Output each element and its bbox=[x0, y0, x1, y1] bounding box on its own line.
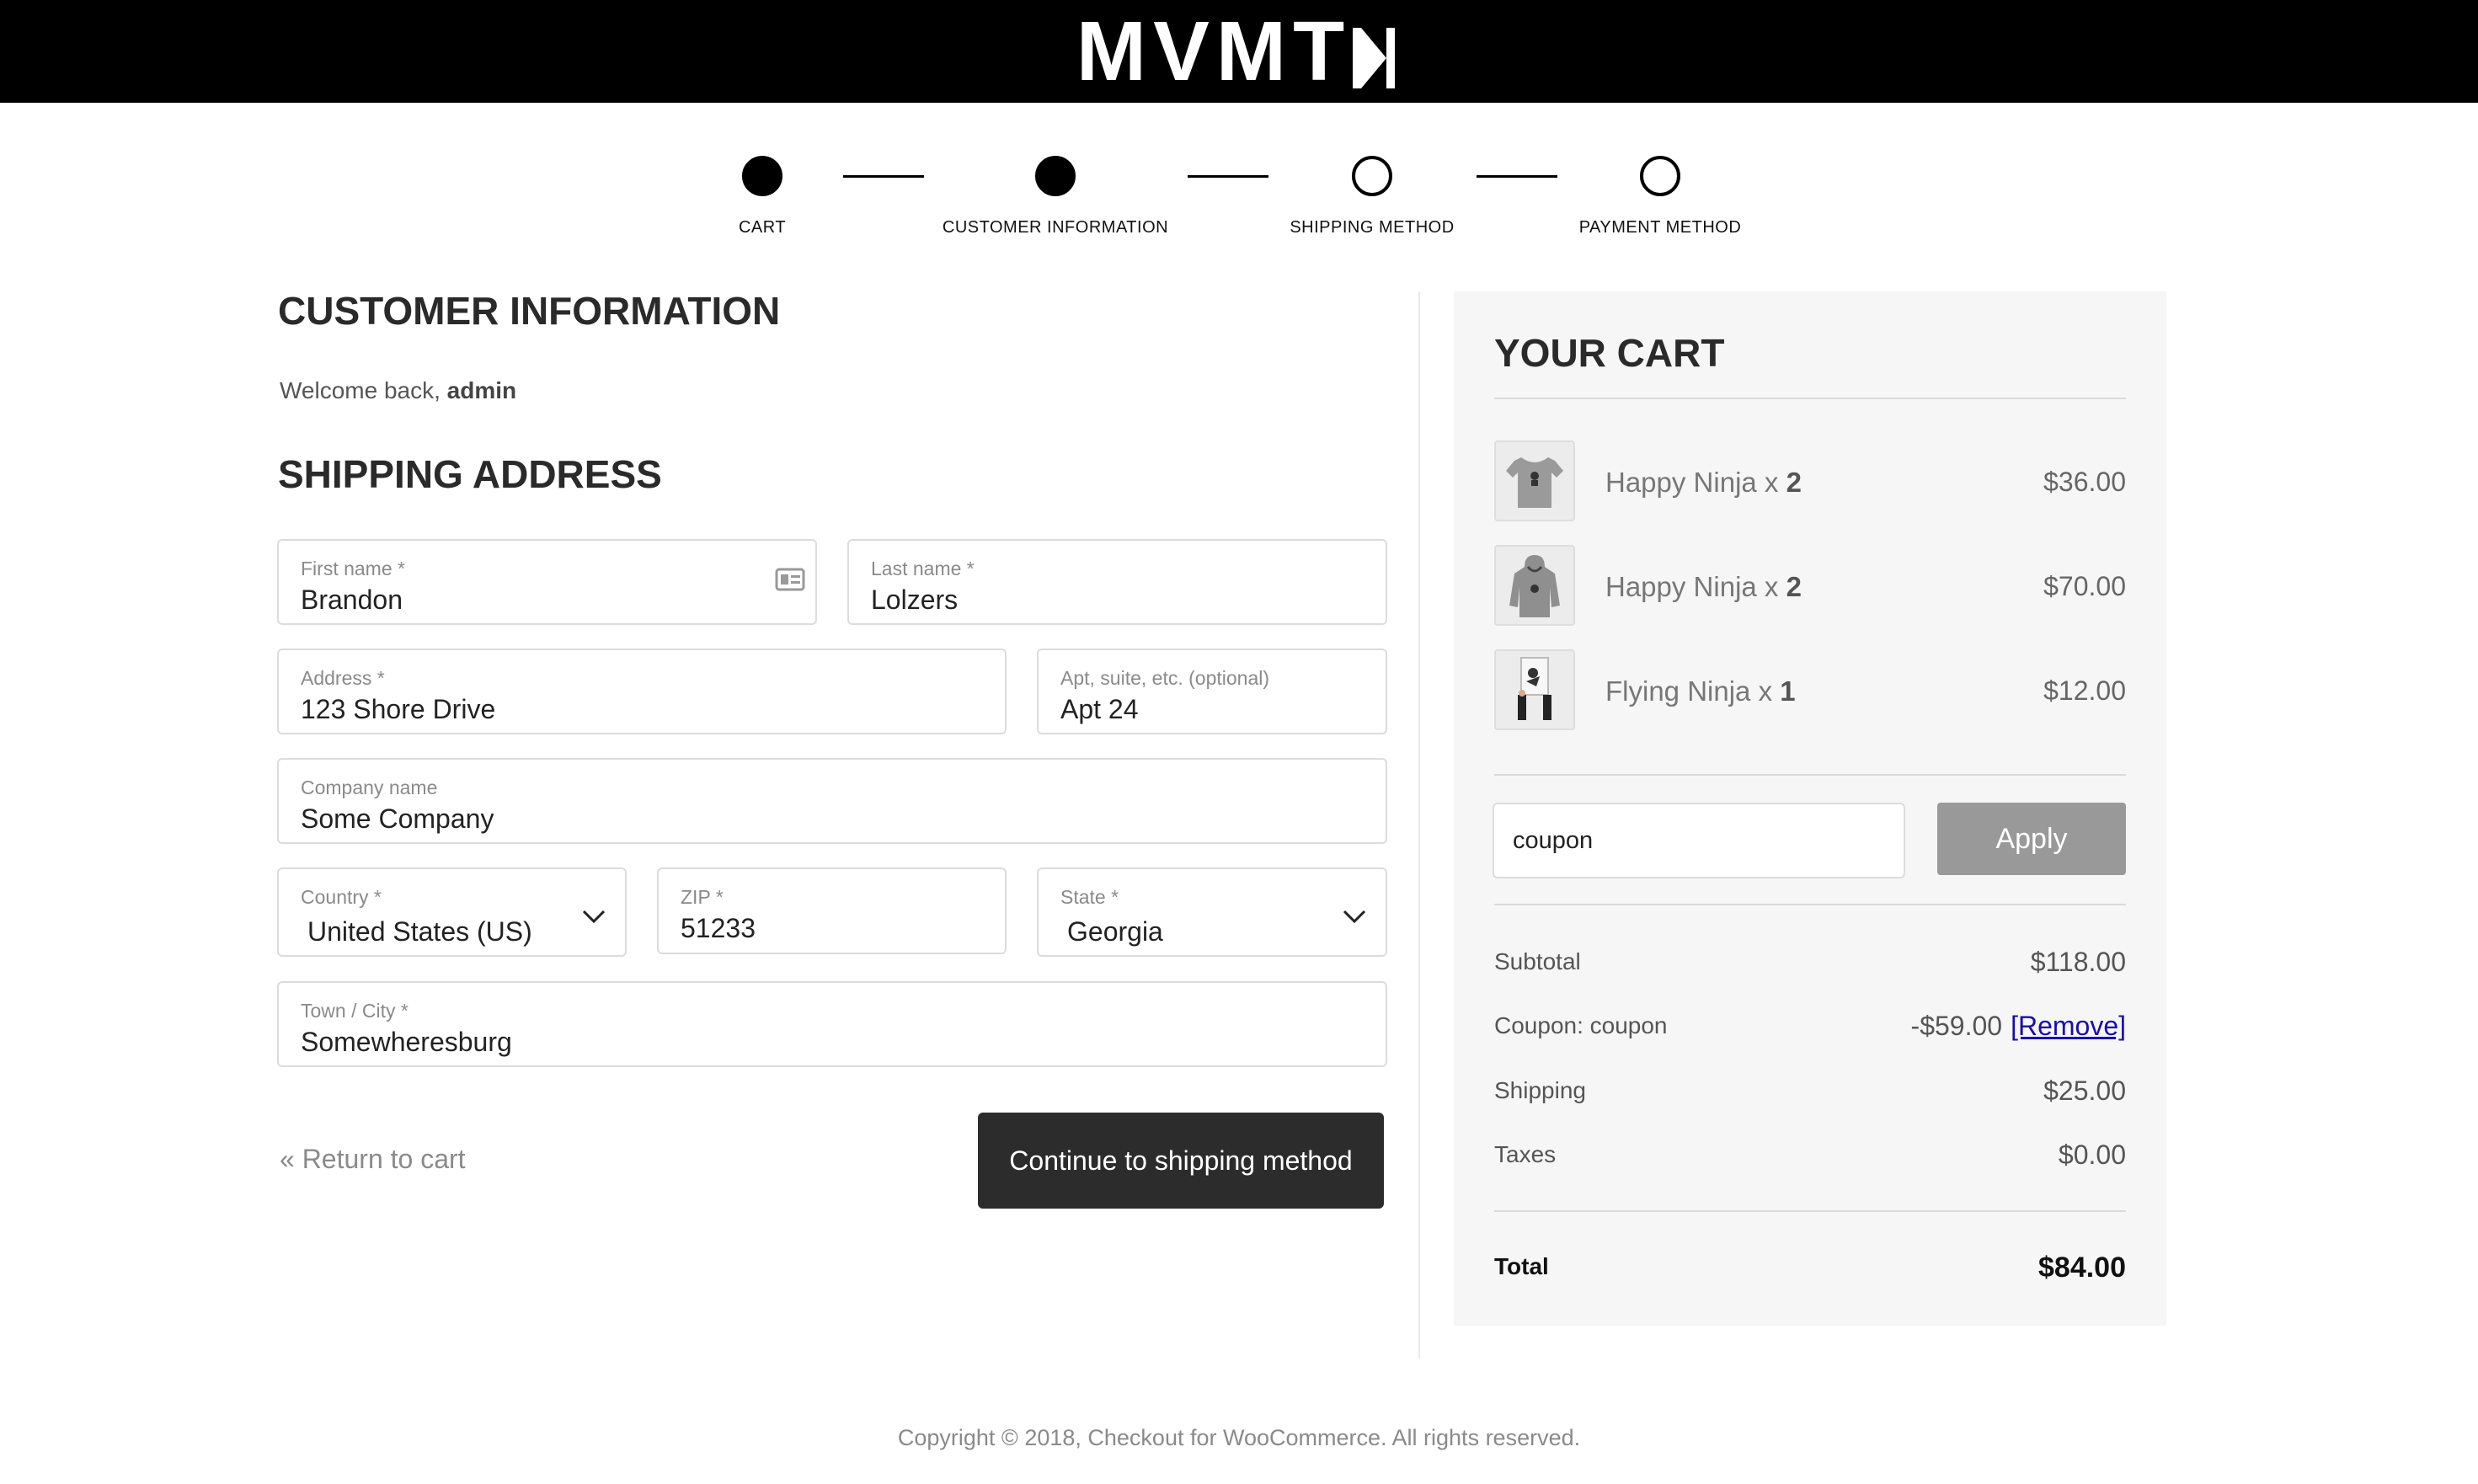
company-name-field[interactable]: Company name Some Company bbox=[277, 758, 1387, 844]
cart-item-quantity: 2 bbox=[1786, 571, 1802, 602]
cart-item-title: Happy Ninja bbox=[1605, 467, 1757, 498]
company-name-value: Some Company bbox=[301, 803, 494, 834]
coupon-line-value: -$59.00 [Remove] bbox=[1789, 1011, 2126, 1042]
step-dot-cart[interactable] bbox=[742, 156, 782, 196]
address-value: 123 Shore Drive bbox=[301, 694, 496, 724]
step-connector bbox=[1477, 175, 1557, 178]
town-city-field[interactable]: Town / City * Somewheresburg bbox=[277, 981, 1387, 1067]
shipping-address-heading: SHIPPING ADDRESS bbox=[278, 452, 662, 496]
divider bbox=[1494, 398, 2126, 399]
poster-icon bbox=[1496, 651, 1573, 729]
country-value: United States (US) bbox=[307, 916, 532, 947]
step-dot-shipping-method bbox=[1352, 156, 1392, 196]
hoodie-icon bbox=[1496, 547, 1573, 624]
zip-label: ZIP * bbox=[681, 886, 724, 908]
logo-mark-icon bbox=[1353, 27, 1396, 88]
coupon-line-label: Coupon: coupon bbox=[1494, 1012, 1668, 1038]
step-connector bbox=[843, 175, 924, 178]
last-name-field[interactable]: Last name * Lolzers bbox=[847, 539, 1387, 625]
step-dot-customer-information[interactable] bbox=[1035, 156, 1076, 196]
taxes-label: Taxes bbox=[1494, 1141, 1557, 1167]
zip-value: 51233 bbox=[681, 913, 756, 943]
apt-suite-value: Apt 24 bbox=[1060, 694, 1139, 724]
state-value: Georgia bbox=[1067, 916, 1163, 947]
apply-coupon-button[interactable]: Apply bbox=[1937, 803, 2126, 875]
step-connector bbox=[1188, 175, 1268, 178]
cart-item-title: Happy Ninja bbox=[1605, 571, 1757, 602]
divider bbox=[1494, 1210, 2126, 1212]
tshirt-thumbnail bbox=[1494, 440, 1575, 521]
footer-copyright: Copyright © 2018, Checkout for WooCommer… bbox=[897, 1425, 1581, 1450]
step-label-cart[interactable]: CART bbox=[594, 218, 931, 238]
continue-to-shipping-button[interactable]: Continue to shipping method bbox=[978, 1113, 1384, 1209]
country-label: Country * bbox=[301, 886, 382, 908]
cart-item-name: Happy Ninja x 2 bbox=[1605, 467, 1802, 499]
town-city-label: Town / City * bbox=[301, 1000, 409, 1022]
taxes-value: $0.00 bbox=[2058, 1140, 2126, 1170]
first-name-label: First name * bbox=[301, 558, 405, 579]
poster-thumbnail bbox=[1494, 649, 1575, 730]
cart-item-title: Flying Ninja bbox=[1605, 675, 1751, 707]
coupon-input[interactable] bbox=[1493, 803, 1905, 878]
step-label-payment-method: PAYMENT METHOD bbox=[1578, 218, 1742, 237]
first-name-field[interactable]: First name * Brandon bbox=[277, 539, 817, 625]
first-name-value: Brandon bbox=[301, 585, 403, 615]
cart-item-times: x bbox=[1756, 467, 1786, 498]
cart-item-quantity: 1 bbox=[1780, 675, 1796, 707]
total-label: Total bbox=[1494, 1253, 1549, 1279]
customer-information-heading: CUSTOMER INFORMATION bbox=[278, 289, 781, 333]
chevron-down-icon bbox=[1343, 910, 1366, 924]
apt-suite-field[interactable]: Apt, suite, etc. (optional) Apt 24 bbox=[1037, 649, 1387, 734]
last-name-label: Last name * bbox=[871, 558, 975, 579]
state-select[interactable]: State * Georgia bbox=[1037, 867, 1387, 957]
subtotal-value: $118.00 bbox=[2030, 947, 2126, 977]
state-label: State * bbox=[1060, 886, 1119, 908]
shipping-label: Shipping bbox=[1494, 1077, 1586, 1103]
cart-item-price: $70.00 bbox=[2043, 571, 2126, 601]
cart-item-quantity: 2 bbox=[1786, 467, 1802, 498]
shipping-value: $25.00 bbox=[2043, 1076, 2126, 1106]
apt-suite-label: Apt, suite, etc. (optional) bbox=[1060, 667, 1270, 689]
return-to-cart-link[interactable]: « Return to cart bbox=[280, 1144, 466, 1175]
welcome-message: Welcome back, admin bbox=[280, 377, 516, 404]
cart-item-times: x bbox=[1756, 571, 1786, 602]
tshirt-icon bbox=[1496, 442, 1573, 520]
welcome-username: admin bbox=[446, 377, 517, 403]
cart-item-name: Flying Ninja x 1 bbox=[1605, 675, 1796, 707]
subtotal-label: Subtotal bbox=[1494, 948, 1581, 974]
step-label-shipping-method: SHIPPING METHOD bbox=[1290, 218, 1455, 237]
coupon-discount-amount: -$59.00 bbox=[1910, 1011, 2003, 1041]
divider bbox=[1494, 904, 2126, 905]
cart-item-times: x bbox=[1750, 675, 1781, 707]
step-dot-payment-method bbox=[1640, 156, 1680, 196]
column-divider bbox=[1418, 291, 1420, 1359]
address-label: Address * bbox=[301, 667, 385, 689]
hoodie-thumbnail bbox=[1494, 545, 1575, 626]
cart-item-price: $12.00 bbox=[2043, 675, 2126, 706]
remove-coupon-link[interactable]: [Remove] bbox=[2011, 1011, 2126, 1041]
last-name-value: Lolzers bbox=[871, 585, 959, 615]
brand-logo[interactable]: MVMT bbox=[1070, 0, 1407, 103]
address-field[interactable]: Address * 123 Shore Drive bbox=[277, 649, 1007, 734]
welcome-prefix: Welcome back, bbox=[280, 377, 447, 403]
cart-item-price: $36.00 bbox=[2043, 467, 2126, 497]
cart-item-name: Happy Ninja x 2 bbox=[1605, 571, 1802, 603]
contact-card-icon[interactable] bbox=[775, 566, 805, 593]
divider bbox=[1494, 774, 2126, 776]
your-cart-heading: YOUR CART bbox=[1494, 331, 1725, 375]
step-label-customer-information[interactable]: CUSTOMER INFORMATION bbox=[887, 218, 1224, 238]
chevron-down-icon bbox=[582, 910, 606, 924]
country-select[interactable]: Country * United States (US) bbox=[277, 867, 627, 957]
logo-text: MVMT bbox=[1076, 4, 1352, 99]
company-name-label: Company name bbox=[301, 777, 438, 798]
zip-field[interactable]: ZIP * 51233 bbox=[657, 867, 1007, 954]
total-value: $84.00 bbox=[2038, 1252, 2126, 1284]
town-city-value: Somewheresburg bbox=[301, 1027, 512, 1057]
